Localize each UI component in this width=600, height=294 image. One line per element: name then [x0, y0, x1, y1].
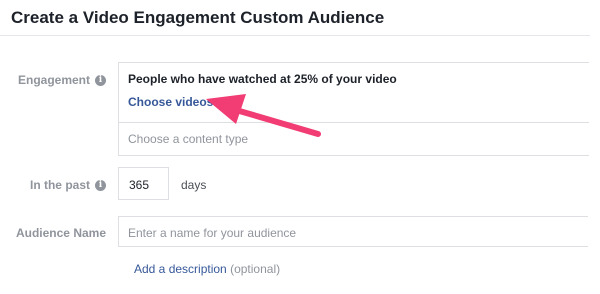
- dialog-title: Create a Video Engagement Custom Audienc…: [11, 8, 385, 27]
- engagement-selector: People who have watched at 25% of your v…: [118, 62, 589, 156]
- info-icon[interactable]: i: [95, 179, 106, 191]
- in-the-past-label: In the past: [29, 178, 90, 192]
- add-description-row: Add a description (optional): [134, 262, 280, 276]
- engagement-divider: [119, 122, 589, 123]
- engagement-label-group: Engagement i: [18, 73, 106, 87]
- optional-note: (optional): [230, 262, 281, 276]
- audience-name-label-text: Audience Name: [15, 226, 106, 240]
- add-description-link[interactable]: Add a description: [134, 262, 227, 276]
- content-type-input[interactable]: Choose a content type: [128, 132, 248, 146]
- in-the-past-label-group: In the past i: [30, 178, 106, 192]
- choose-videos-link[interactable]: Choose videos..: [128, 95, 220, 109]
- engagement-label: Engagement: [17, 73, 90, 87]
- audience-name-input[interactable]: Enter a name for your audience: [118, 216, 588, 247]
- title-divider: [0, 35, 590, 36]
- info-icon[interactable]: i: [95, 74, 106, 86]
- days-input[interactable]: 365: [118, 167, 169, 200]
- engagement-selected-option[interactable]: People who have watched at 25% of your v…: [128, 72, 397, 86]
- audience-name-label: Audience Name: [16, 226, 106, 240]
- days-unit-label: days: [181, 178, 207, 192]
